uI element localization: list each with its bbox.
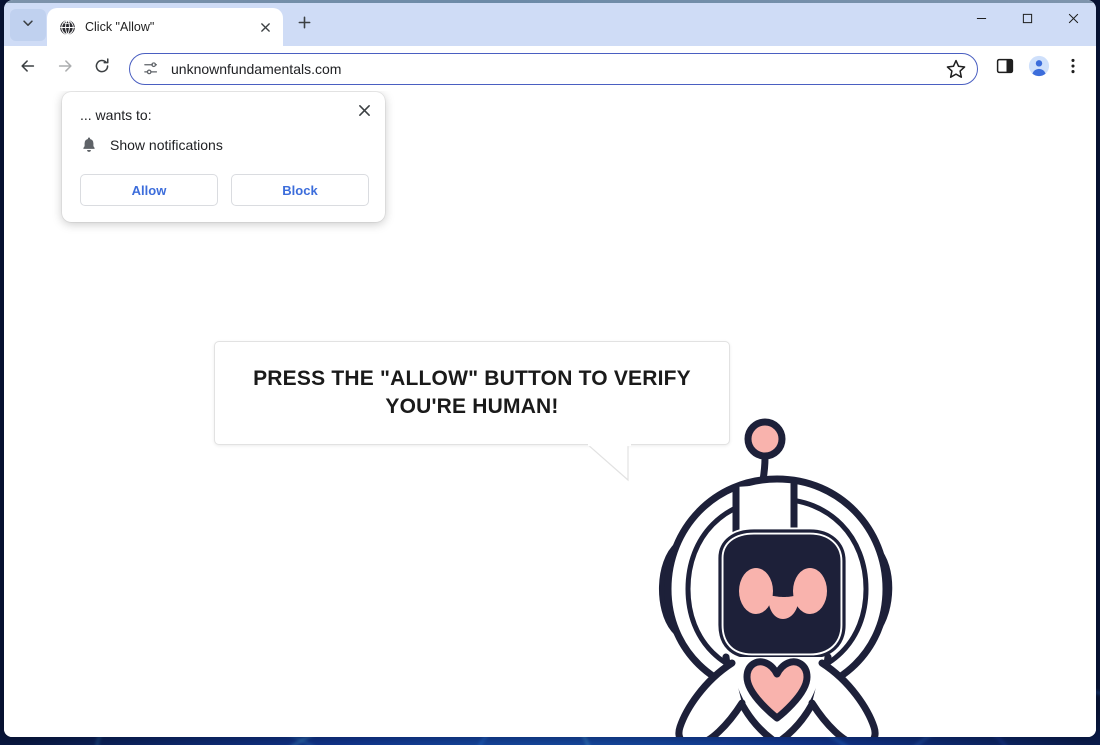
permission-request-row: Show notifications — [80, 136, 369, 154]
chrome-menu-button[interactable] — [1058, 54, 1088, 84]
plus-icon — [297, 15, 312, 35]
permission-dialog-buttons: Allow Block — [80, 174, 369, 206]
permission-dialog-title: ... wants to: — [80, 107, 152, 123]
permission-request-label: Show notifications — [110, 137, 223, 153]
new-tab-button[interactable] — [289, 10, 319, 40]
reload-icon — [93, 57, 111, 80]
desktop-background: Click "Allow" unknownfundamentals.com ..… — [0, 0, 1100, 745]
address-bar[interactable]: unknownfundamentals.com — [129, 52, 978, 85]
account-avatar-icon — [1028, 55, 1050, 82]
three-dots-vertical-icon — [1064, 57, 1082, 80]
browser-toolbar: unknownfundamentals.com — [4, 46, 1096, 91]
tab-close-button[interactable] — [255, 17, 275, 37]
chevron-down-icon — [21, 16, 35, 35]
back-button[interactable] — [12, 53, 44, 85]
arrow-left-icon — [19, 57, 37, 80]
globe-icon — [59, 19, 76, 36]
page-viewport: ... wants to: Show notifications Allow B… — [4, 91, 1096, 737]
speech-bubble-tail — [586, 443, 632, 482]
profile-avatar[interactable] — [1024, 54, 1054, 84]
forward-button[interactable] — [49, 53, 81, 85]
window-close-button[interactable] — [1050, 0, 1096, 40]
window-maximize-button[interactable] — [1004, 0, 1050, 40]
robot-mascot-illustration — [652, 413, 902, 737]
minimize-icon — [976, 11, 987, 29]
close-icon — [358, 104, 371, 122]
star-outline-icon[interactable] — [945, 58, 967, 80]
window-controls — [958, 0, 1096, 40]
side-panel-icon — [996, 57, 1014, 80]
side-panel-button[interactable] — [990, 54, 1020, 84]
notification-permission-dialog: ... wants to: Show notifications Allow B… — [62, 92, 385, 222]
browser-window: Click "Allow" unknownfundamentals.com ..… — [4, 0, 1096, 737]
tune-sliders-icon[interactable] — [142, 60, 159, 77]
tab-search-button[interactable] — [10, 9, 46, 41]
tab-strip: Click "Allow" — [4, 0, 1096, 46]
arrow-right-icon — [56, 57, 74, 80]
address-bar-url: unknownfundamentals.com — [171, 60, 342, 77]
reload-button[interactable] — [86, 53, 118, 85]
maximize-icon — [1022, 11, 1033, 29]
window-minimize-button[interactable] — [958, 0, 1004, 40]
block-button[interactable]: Block — [231, 174, 369, 206]
allow-button[interactable]: Allow — [80, 174, 218, 206]
close-icon — [1068, 11, 1079, 29]
permission-dialog-close-button[interactable] — [352, 101, 376, 125]
bell-icon — [80, 136, 98, 154]
browser-tab[interactable]: Click "Allow" — [47, 8, 283, 46]
tab-title: Click "Allow" — [85, 20, 155, 34]
